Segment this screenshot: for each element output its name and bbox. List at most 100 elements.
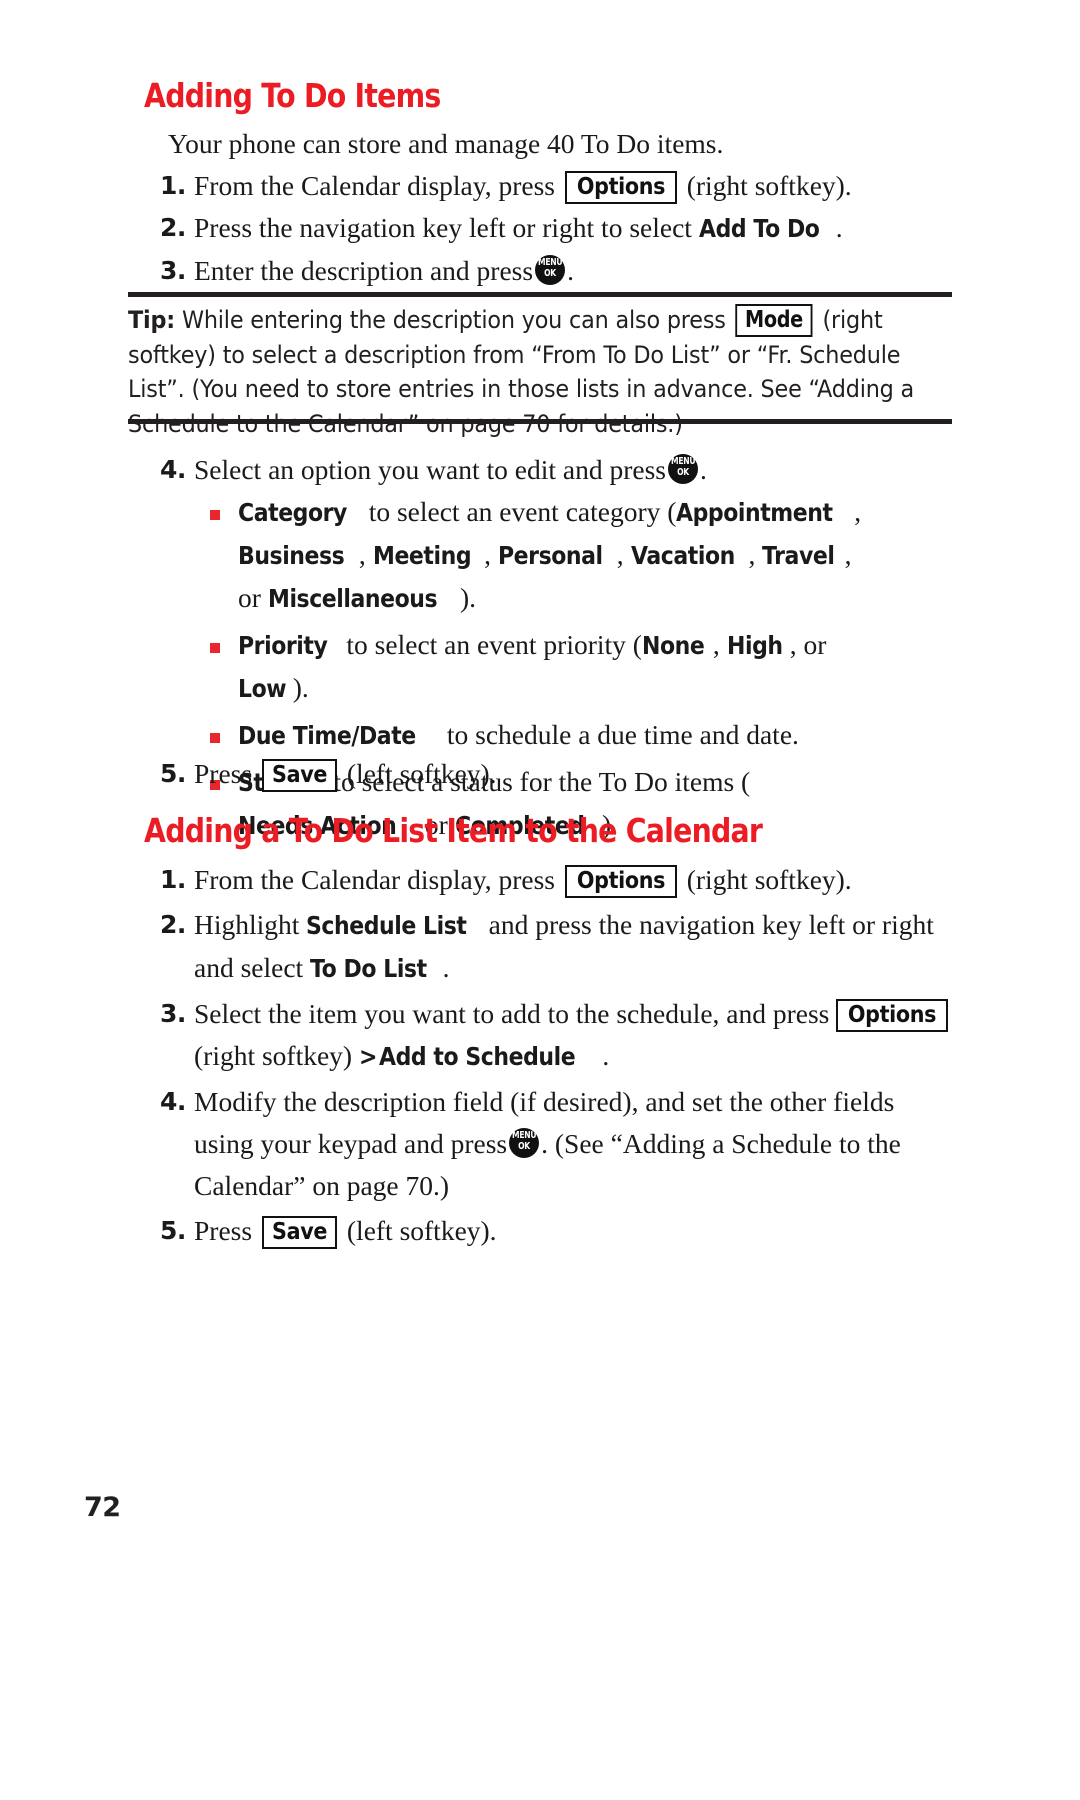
list-item: 3. Enter the description and press MENU OK… bbox=[160, 250, 960, 292]
mode-softkey[interactable]: Mode bbox=[735, 304, 813, 337]
bullet-lead-priority: Priority bbox=[238, 631, 328, 660]
steps-list-3: 5. Press Save (left softkey). bbox=[160, 753, 960, 795]
step-number: 2. bbox=[160, 213, 186, 242]
option-appointment: Appointment bbox=[676, 498, 833, 527]
bullet-body-text: to select an event category ( bbox=[361, 496, 677, 527]
option-high: High bbox=[726, 631, 783, 660]
bullet-lead-category: Category bbox=[238, 498, 347, 527]
save-softkey[interactable]: Save bbox=[261, 1216, 338, 1249]
option-travel: Travel bbox=[762, 541, 835, 570]
option-meeting: Meeting bbox=[372, 541, 472, 570]
step-text-part-a: Enter the description and press bbox=[194, 255, 534, 286]
step-text: Modify the description field (if desired… bbox=[194, 1081, 960, 1207]
bullet-tail: ). bbox=[292, 672, 309, 703]
step-text-part-a: Press bbox=[194, 758, 253, 789]
emphasis-add-to-schedule: Add to Schedule bbox=[379, 1042, 576, 1071]
steps-list-4: 1. From the Calendar display, press Opti… bbox=[160, 859, 960, 1252]
page-number: 72 bbox=[84, 1492, 121, 1523]
intro-paragraph: Your phone can store and manage 40 To Do… bbox=[168, 128, 724, 159]
step-number: 4. bbox=[160, 1087, 186, 1116]
step-number: 3. bbox=[160, 999, 186, 1028]
options-softkey[interactable]: Options bbox=[564, 865, 677, 898]
bullet-text: Category to select an event category (Ap… bbox=[238, 491, 868, 620]
step-text-part-b: (right softkey). bbox=[686, 170, 852, 201]
tip-text-before-key: While entering the description you can a… bbox=[175, 306, 726, 334]
section-heading-adding-to-do-list-item: Adding a To Do List Item to the Calendar bbox=[144, 811, 763, 850]
emphasis-add-to-do: Add To Do bbox=[698, 214, 820, 243]
step-text-part-a: Press bbox=[194, 1215, 253, 1246]
list-item: Category to select an event category (Ap… bbox=[208, 491, 868, 620]
step-number: 2. bbox=[160, 910, 186, 939]
bullet-body-text: to select an event priority ( bbox=[339, 629, 642, 660]
bullet-lead-due-time-date: Due Time/Date bbox=[238, 721, 416, 750]
step-text-part-b: . bbox=[835, 212, 843, 243]
list-item: 5. Press Save (left softkey). bbox=[160, 1210, 960, 1252]
step-text: Highlight Schedule List and press the nav… bbox=[194, 904, 960, 990]
tip-rule-bottom bbox=[128, 419, 952, 424]
section-heading-adding-to-do-items: Adding To Do Items bbox=[144, 76, 441, 115]
step-text-part-b: (right softkey) bbox=[194, 1040, 353, 1071]
options-softkey[interactable]: Options bbox=[564, 171, 677, 204]
option-miscellaneous: Miscellaneous bbox=[267, 584, 438, 613]
list-item: 1. From the Calendar display, press Opti… bbox=[160, 165, 960, 207]
step-number: 1. bbox=[160, 865, 186, 894]
step-text: From the Calendar display, press Options… bbox=[194, 165, 960, 207]
menu-path-arrow: > bbox=[358, 1042, 377, 1071]
step-number: 5. bbox=[160, 759, 186, 788]
menu-ok-key-icon[interactable]: MENU OK bbox=[668, 454, 698, 484]
step-text: Select the item you want to add to the s… bbox=[194, 993, 960, 1078]
list-item: Priority to select an event priority (No… bbox=[208, 624, 868, 710]
option-personal: Personal bbox=[497, 541, 603, 570]
list-item: 2. Highlight Schedule List and press the … bbox=[160, 904, 960, 990]
step-number: 4. bbox=[160, 455, 186, 484]
emphasis-schedule-list: Schedule List bbox=[306, 911, 467, 940]
step-number: 3. bbox=[160, 256, 186, 285]
step-text-part-a: Select an option you want to edit and pr… bbox=[194, 454, 666, 485]
step-text-part-b: (right softkey). bbox=[686, 864, 852, 895]
emphasis-to-do-list: To Do List bbox=[310, 954, 427, 983]
menu-ok-key-icon[interactable]: MENU OK bbox=[535, 255, 566, 285]
step-text: Enter the description and press MENU OK. bbox=[194, 250, 960, 292]
list-item: 2. Press the navigation key left or righ… bbox=[160, 207, 960, 250]
step-number: 1. bbox=[160, 171, 186, 200]
step-text: Press the navigation key left or right t… bbox=[194, 207, 960, 250]
list-item: 5. Press Save (left softkey). bbox=[160, 753, 960, 795]
bullet-text: Due Time/Date to schedule a due time and… bbox=[238, 714, 868, 757]
step-text: Select an option you want to edit and pr… bbox=[194, 449, 960, 491]
tip-rule-top bbox=[128, 292, 952, 297]
save-softkey[interactable]: Save bbox=[261, 759, 338, 792]
option-low: Low bbox=[238, 674, 287, 703]
bullet-tail: ). bbox=[460, 582, 477, 613]
steps-list-2: 4. Select an option you want to edit and… bbox=[160, 449, 960, 491]
list-item: 4. Select an option you want to edit and… bbox=[160, 449, 960, 491]
list-item: 1. From the Calendar display, press Opti… bbox=[160, 859, 960, 901]
bullet-body-text: to schedule a due time and date. bbox=[440, 719, 799, 750]
option-none: None bbox=[641, 631, 705, 660]
step-text-part-b: and press the navigation key left or rig… bbox=[194, 909, 934, 983]
step-text-part-b: . bbox=[700, 454, 707, 485]
manual-page: Adding To Do Items Your phone can store … bbox=[0, 0, 1080, 1800]
step-text-part-a: Select the item you want to add to the s… bbox=[194, 998, 830, 1029]
option-vacation: Vacation bbox=[630, 541, 735, 570]
tip-label: Tip: bbox=[128, 306, 176, 334]
step-text: From the Calendar display, press Options… bbox=[194, 859, 960, 901]
bullet-conjunction: , or bbox=[789, 629, 827, 660]
step-text-part-a: Press the navigation key left or right t… bbox=[194, 212, 692, 243]
step-text-part-b: . bbox=[567, 255, 574, 286]
steps-list-1: 1. From the Calendar display, press Opti… bbox=[160, 165, 960, 292]
step-text-part-c: . bbox=[602, 1040, 610, 1071]
step-number: 5. bbox=[160, 1216, 186, 1245]
step-text-part-c: . bbox=[442, 952, 450, 983]
list-item: 4. Modify the description field (if desi… bbox=[160, 1081, 960, 1207]
step-text-part-a: From the Calendar display, press bbox=[194, 864, 555, 895]
step-text: Press Save (left softkey). bbox=[194, 1210, 960, 1252]
list-item: Due Time/Date to schedule a due time and… bbox=[208, 714, 868, 757]
step-text-part-b: (left softkey). bbox=[346, 1215, 497, 1246]
options-softkey[interactable]: Options bbox=[836, 999, 949, 1032]
list-item: 3. Select the item you want to add to th… bbox=[160, 993, 960, 1078]
option-business: Business bbox=[238, 541, 345, 570]
step-text: Press Save (left softkey). bbox=[194, 753, 960, 795]
menu-ok-key-icon[interactable]: MENU OK bbox=[509, 1128, 540, 1158]
bullet-text: Priority to select an event priority (No… bbox=[238, 624, 868, 710]
step-text-part-b: (left softkey). bbox=[346, 758, 497, 789]
